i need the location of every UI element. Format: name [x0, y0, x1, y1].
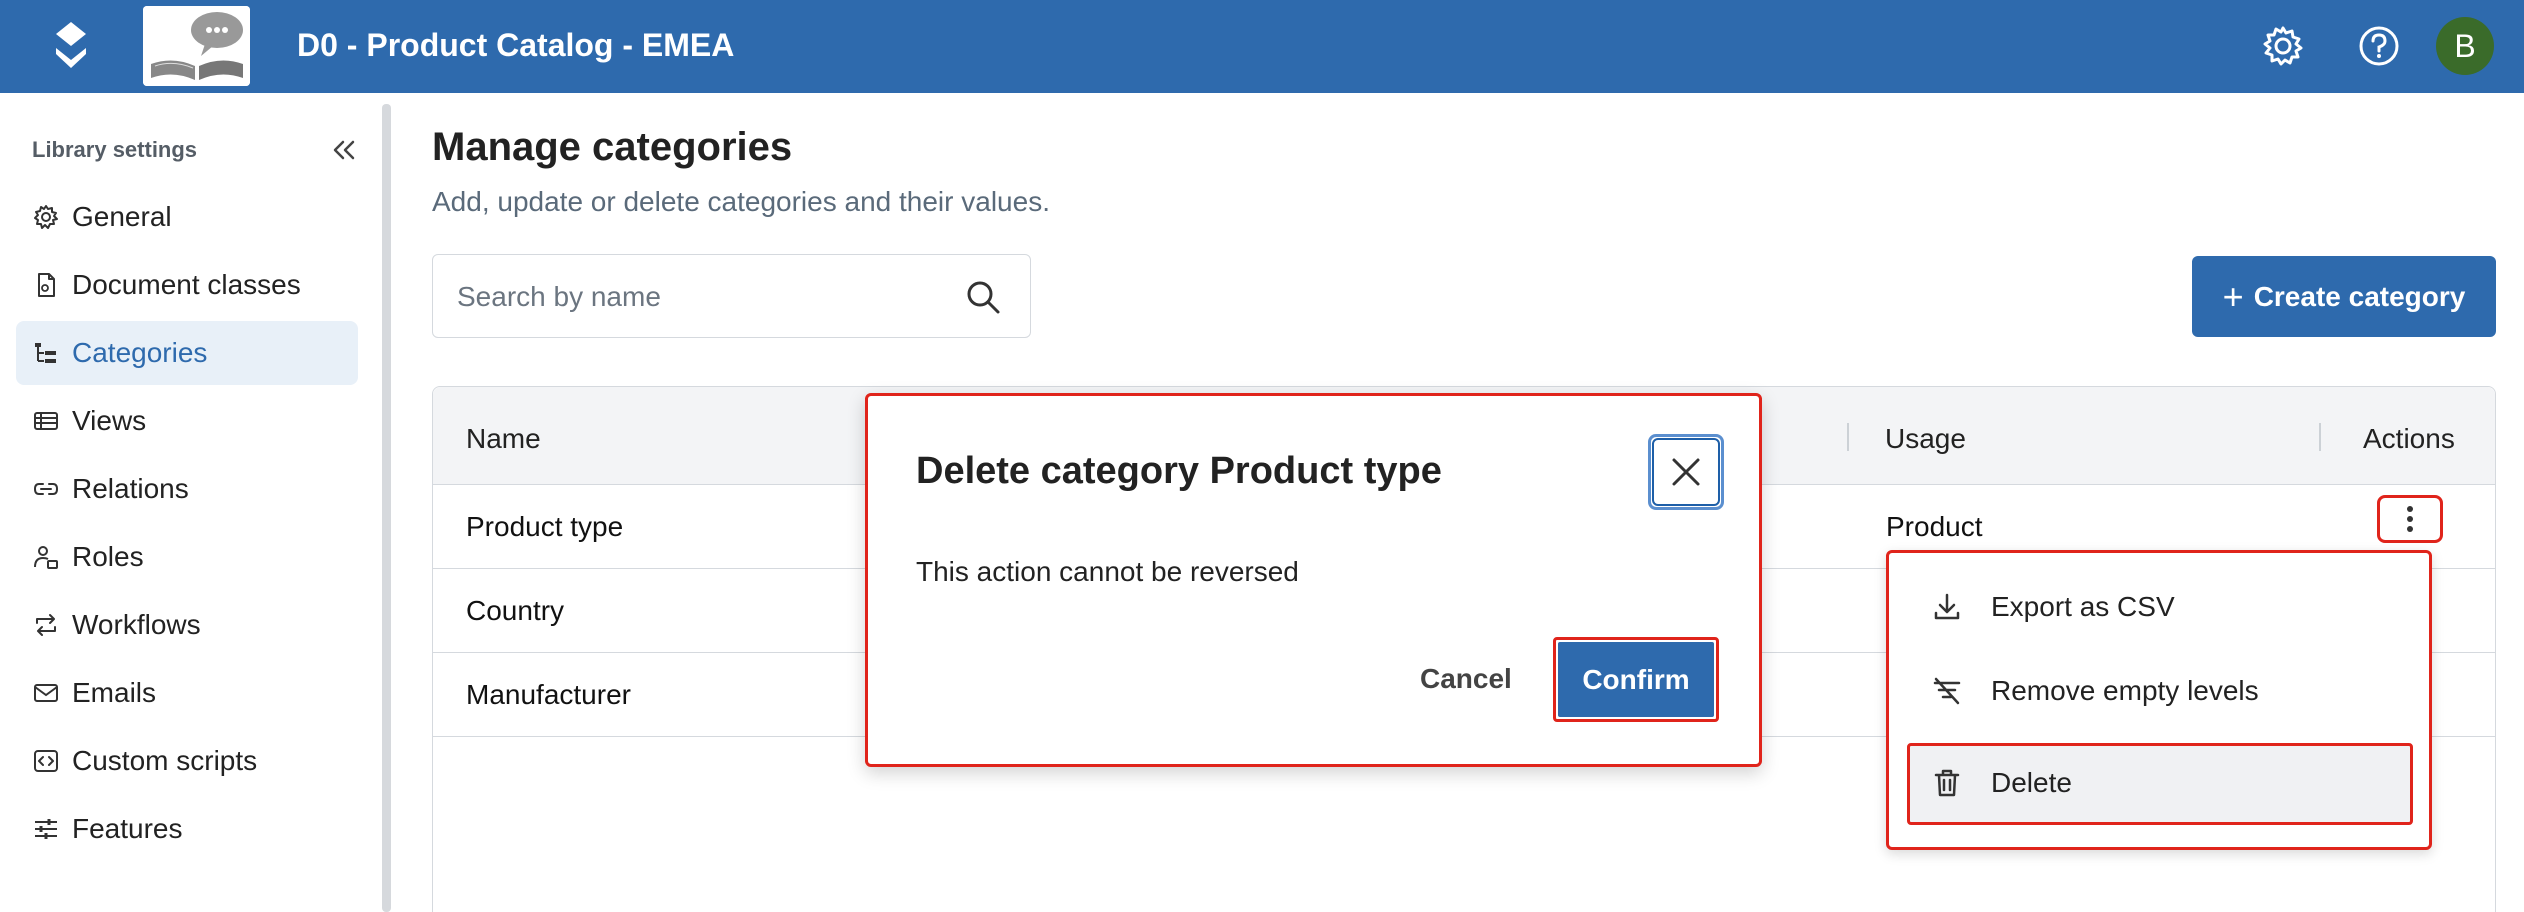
sidebar-item-custom-scripts[interactable]: Custom scripts — [16, 729, 358, 793]
code-icon — [34, 750, 58, 772]
trash-icon — [1934, 769, 1960, 797]
book-chat-icon — [143, 6, 250, 86]
repeat-icon — [36, 614, 56, 636]
settings-gear-icon[interactable] — [2259, 22, 2307, 70]
gear-icon — [34, 205, 58, 229]
sidebar-item-label: Relations — [72, 473, 189, 504]
sidebar-item-features[interactable]: Features — [16, 797, 358, 861]
column-separator[interactable] — [1847, 423, 1849, 451]
sidebar-item-workflows[interactable]: Workflows — [16, 593, 358, 657]
sidebar-item-label: Custom scripts — [72, 745, 258, 776]
create-category-button[interactable]: + Create category — [2192, 256, 2496, 337]
search-box — [432, 254, 1031, 338]
sidebar-item-document-classes[interactable]: Document classes — [16, 253, 358, 317]
menu-item-label: Export as CSV — [1991, 591, 2175, 622]
row-name: Product type — [466, 511, 624, 542]
sidebar-item-label: Workflows — [72, 609, 201, 640]
cancel-button[interactable]: Cancel — [1420, 663, 1512, 695]
sidebar-item-roles[interactable]: Roles — [16, 525, 358, 589]
page-title: Manage categories — [432, 125, 793, 169]
delete-category-dialog: Delete category Product type This action… — [865, 393, 1762, 767]
document-icon — [38, 273, 55, 297]
column-separator[interactable] — [2319, 423, 2321, 451]
more-vertical-icon — [2407, 506, 2413, 532]
sidebar-item-emails[interactable]: Emails — [16, 661, 358, 725]
dialog-message: This action cannot be reversed — [916, 556, 1299, 587]
column-header-usage[interactable]: Usage — [1885, 423, 1966, 455]
sidebar-item-label: Views — [72, 405, 147, 436]
help-icon[interactable] — [2355, 22, 2403, 70]
menu-item-label: Delete — [1991, 767, 2072, 798]
dialog-title: Delete category Product type — [916, 450, 1442, 492]
row-name: Country — [466, 595, 565, 626]
filter-off-icon — [1933, 677, 1961, 705]
confirm-button[interactable]: Confirm — [1553, 637, 1719, 722]
sidebar-item-label: Features — [72, 813, 183, 844]
menu-item-export-csv[interactable]: Export as CSV — [1907, 567, 2413, 645]
sidebar-scrollbar[interactable] — [382, 104, 391, 912]
row-usage: Product — [1886, 511, 1983, 542]
row-name: Manufacturer — [466, 679, 631, 710]
close-icon — [1672, 458, 1700, 486]
confirm-button-label: Confirm — [1558, 642, 1714, 717]
menu-item-delete[interactable]: Delete — [1907, 743, 2413, 825]
sidebar-item-label: Roles — [72, 541, 144, 572]
sidebar-item-label: Categories — [72, 337, 208, 368]
plus-icon: + — [2222, 275, 2244, 317]
sidebar-item-label: General — [72, 201, 172, 232]
create-category-label: Create category — [2253, 280, 2466, 312]
row-actions-menu: Export as CSV Remove empty levels Delete — [1886, 550, 2432, 850]
menu-item-remove-empty-levels[interactable]: Remove empty levels — [1907, 651, 2413, 729]
sliders-icon — [35, 819, 57, 839]
download-icon — [1934, 593, 1960, 620]
row-actions-button[interactable] — [2377, 495, 2443, 543]
library-thumbnail — [143, 6, 250, 86]
search-icon[interactable] — [963, 277, 1003, 317]
close-dialog-button[interactable] — [1648, 434, 1724, 510]
menu-item-label: Remove empty levels — [1991, 675, 2259, 706]
link-icon — [33, 483, 59, 495]
sidebar-title: Library settings — [32, 137, 198, 162]
sidebar-item-relations[interactable]: Relations — [16, 457, 358, 521]
sidebar-item-general[interactable]: General — [16, 185, 358, 249]
column-header-actions: Actions — [2363, 423, 2455, 454]
app-header: D0 - Product Catalog - EMEA B — [0, 0, 2524, 93]
sidebar-item-label: Emails — [72, 677, 157, 708]
tree-icon — [35, 343, 56, 363]
sidebar-item-views[interactable]: Views — [16, 389, 358, 453]
user-avatar[interactable]: B — [2436, 17, 2494, 75]
column-header-name[interactable]: Name — [466, 423, 541, 455]
page-subtitle: Add, update or delete categories and the… — [432, 186, 1050, 217]
search-input[interactable] — [457, 277, 937, 317]
user-key-icon — [34, 546, 58, 569]
sidebar-item-label: Document classes — [72, 269, 301, 300]
app-title: D0 - Product Catalog - EMEA — [297, 27, 735, 63]
collapse-sidebar-icon[interactable] — [328, 136, 360, 164]
table-icon — [34, 412, 58, 430]
sidebar-item-categories[interactable]: Categories — [16, 321, 358, 385]
app-logo-icon[interactable] — [46, 20, 96, 72]
mail-icon — [34, 684, 58, 702]
